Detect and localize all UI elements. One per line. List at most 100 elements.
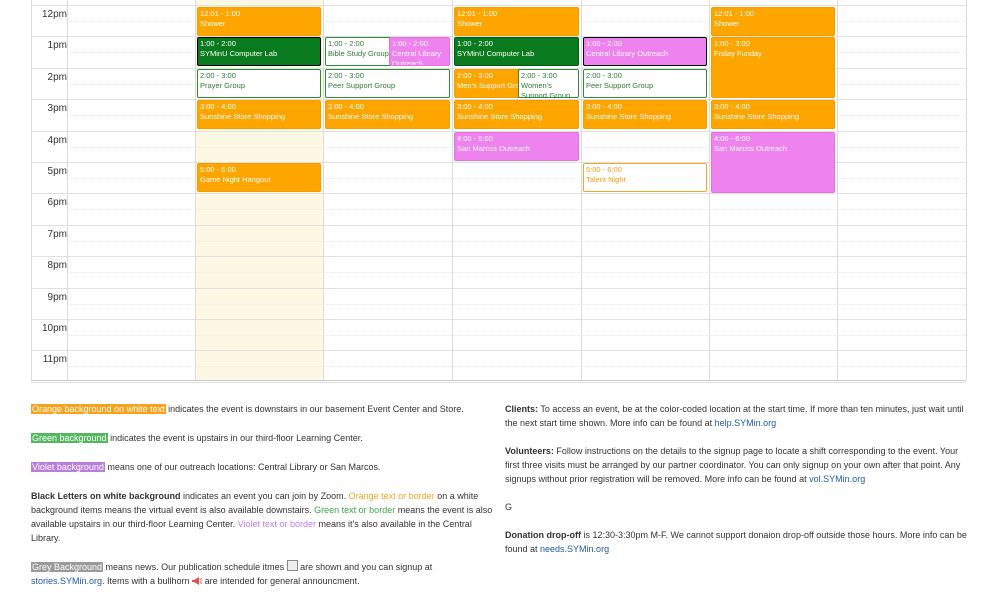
legend-grey-text-3: . Items with a bullhorn — [102, 576, 193, 586]
hour-line — [31, 319, 966, 320]
calendar-event[interactable]: 4:00 - 6:00 San Marcos Outreach — [711, 132, 835, 193]
calendar-event[interactable]: 3:00 - 4:00 Sunshine Store Shopping — [197, 100, 321, 129]
hour-label: 11pm — [42, 354, 67, 365]
half-hour-line — [67, 272, 966, 273]
event-time: 3:00 - 4:00 — [328, 102, 364, 111]
event-time: 3:00 - 4:00 — [586, 102, 622, 111]
grey-highlight: Grey Background — [31, 562, 104, 572]
event-time: 4:00 - 6:00 — [714, 134, 750, 143]
calendar-event[interactable]: 5:00 - 6:00 Talent Night — [583, 163, 707, 192]
event-title: Sunshine Store Shopping — [328, 112, 414, 121]
hour-label: 2pm — [47, 72, 67, 83]
hour-label: 1pm — [47, 40, 67, 51]
clients-label: Clients: — [505, 404, 539, 414]
event-title: Central Library Outreach — [586, 49, 669, 58]
half-hour-line — [67, 304, 966, 305]
hour-label: 10pm — [41, 323, 67, 334]
calendar-event[interactable]: 1:00 - 2:00 SYMinU Computer Lab — [454, 37, 579, 66]
violet-text-label: Violet text or border — [237, 519, 317, 529]
legend-violet-text: means one of our outreach locations: Cen… — [104, 462, 381, 472]
legend-grey: Grey Background means news. Our publicat… — [31, 560, 496, 588]
legend-grey-text-1: means news. Our publication schedule itm… — [103, 562, 287, 572]
event-title: Women's Support Group — [521, 81, 571, 98]
event-title: SYMinU Computer Lab — [457, 49, 535, 58]
hour-line — [31, 382, 966, 383]
bullhorn-icon — [192, 577, 203, 585]
calendar-event[interactable]: 2:00 - 3:00 Peer Support Group — [325, 69, 450, 98]
event-title: Shower — [200, 19, 226, 28]
legend-orange-text: indicates the event is downstairs in our… — [165, 404, 464, 414]
hour-line — [31, 193, 966, 194]
event-time: 4:00 - 5:00 — [457, 134, 493, 143]
grid-bottom-line — [31, 380, 966, 381]
event-time: 5:00 - 6:00 — [586, 165, 622, 174]
event-title: Central Library Outreach — [392, 49, 442, 66]
calendar-event[interactable]: 12:01 - 1:00 Shower — [454, 7, 579, 36]
event-title: Sunshine Store Shopping — [586, 112, 672, 121]
hour-label: 4pm — [47, 135, 67, 146]
legend-violet: Violet background means one of our outre… — [31, 460, 496, 474]
event-time: 12:01 - 1:00 — [200, 9, 241, 18]
legend-black: Black Letters on white background indica… — [31, 489, 496, 545]
violet-highlight: Violet background — [31, 462, 105, 472]
legend-black-text-1: indicates an event you can join by Zoom. — [180, 491, 349, 501]
green-highlight: Green background — [31, 433, 108, 443]
day-column-line — [67, 0, 68, 381]
event-time: 2:00 - 3:00 — [521, 71, 557, 80]
half-hour-line — [67, 335, 966, 336]
day-column-line — [709, 0, 710, 381]
needs-link[interactable]: needs.SYMin.org — [540, 544, 609, 554]
calendar-event[interactable]: 5:00 - 6:00 Game Night Hangout — [197, 163, 321, 192]
day-column-line — [323, 0, 324, 381]
calendar-event[interactable]: 2:00 - 3:00 Prayer Group — [197, 69, 321, 98]
calendar-event[interactable]: 2:00 - 3:00 Peer Support Group — [583, 69, 707, 98]
event-time: 1:00 - 2:00 — [392, 39, 428, 48]
calendar-event[interactable]: 1:00 - 2:00 SYMinU Computer Lab — [197, 37, 321, 66]
legend-grey-text-2: are shown and you can signup at — [297, 562, 433, 572]
event-time: 2:00 - 3:00 — [200, 71, 236, 80]
donation-info: Donation drop-off is 12:30-3:30pm M-F. W… — [505, 528, 967, 556]
hour-line — [31, 256, 966, 257]
event-title: Friday Funday — [714, 49, 762, 58]
legend-green-text: indicates the event is upstairs in our t… — [107, 433, 363, 443]
event-time: 3:00 - 4:00 — [200, 102, 236, 111]
event-title: Sunshine Store Shopping — [200, 112, 286, 121]
help-link[interactable]: help.SYMin.org — [715, 418, 777, 428]
calendar-event[interactable]: 2:00 - 3:00 Women's Support Group — [518, 69, 579, 98]
volunteers-label: Volunteers: — [505, 446, 554, 456]
hour-line — [31, 5, 966, 6]
stories-link[interactable]: stories.SYMin.org — [31, 576, 102, 586]
day-column-line — [966, 0, 967, 381]
event-time: 12:01 - 1:00 — [714, 9, 755, 18]
event-title: Peer Support Group — [328, 81, 396, 90]
calendar-event[interactable]: 1:00 - 2:00 Central Library Outreach — [583, 37, 707, 66]
orange-highlight: Orange background on white text — [31, 404, 166, 414]
calendar-event[interactable]: 4:00 - 5:00 San Marcos Outreach — [454, 132, 579, 161]
calendar-event[interactable]: 1:00 - 3:00 Friday Funday — [711, 37, 835, 98]
day-column-line — [837, 0, 838, 381]
event-title: SYMinU Computer Lab — [200, 49, 278, 58]
g-letter: G — [505, 502, 513, 512]
calendar-event[interactable]: 12:01 - 1:00 Shower — [711, 7, 835, 36]
week-calendar-grid: 12pm 1pm 2pm 3pm 4pm 5pm 6pm 7pm 8pm 9pm 10pm 11pm 1… — [31, 0, 967, 383]
event-time: 2:00 - 3:00 — [586, 71, 622, 80]
calendar-event[interactable]: 3:00 - 4:00 Sunshine Store Shopping — [325, 100, 450, 129]
calendar-event[interactable]: 12:01 - 1:00 Shower — [197, 7, 321, 36]
vol-link[interactable]: vol.SYMin.org — [809, 474, 865, 484]
calendar-event[interactable]: 3:00 - 4:00 Sunshine Store Shopping — [583, 100, 707, 129]
hour-label: 3pm — [47, 103, 67, 114]
calendar-event[interactable]: 3:00 - 4:00 Sunshine Store Shopping — [711, 100, 835, 129]
calendar-event[interactable]: 1:00 - 2:00 Central Library Outreach — [389, 37, 450, 66]
calendar-event[interactable]: 3:00 - 4:00 Sunshine Store Shopping — [454, 100, 579, 129]
hour-label: 9pm — [47, 292, 67, 303]
legend-grey-text-4: are intended for general announcment. — [202, 576, 360, 586]
hour-label: 5pm — [47, 166, 67, 177]
hour-label: 8pm — [47, 260, 67, 271]
event-time: 3:00 - 4:00 — [714, 102, 750, 111]
hour-label: 12pm — [41, 9, 67, 20]
event-title: Game Night Hangout — [200, 175, 271, 184]
event-title: Peer Support Group — [586, 81, 654, 90]
event-title: Shower — [714, 19, 740, 28]
hour-label: 6pm — [47, 197, 67, 208]
clients-info: Clients: To access an event, be at the c… — [505, 402, 967, 430]
